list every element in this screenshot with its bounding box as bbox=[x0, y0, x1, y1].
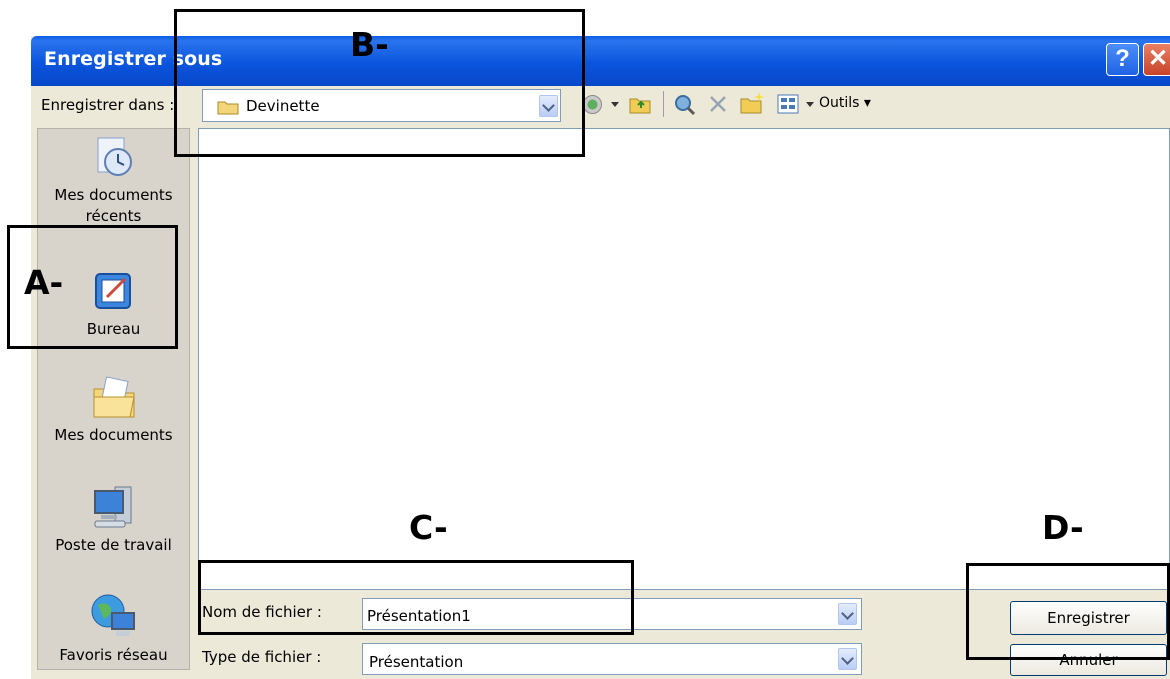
delete-icon[interactable] bbox=[708, 94, 728, 114]
my-computer-icon bbox=[93, 486, 131, 528]
views-dropdown-icon[interactable] bbox=[806, 102, 814, 107]
filetype-dropdown-button[interactable] bbox=[838, 648, 857, 670]
place-label: Mes documents récents bbox=[54, 186, 173, 225]
file-list[interactable] bbox=[198, 128, 1170, 590]
new-folder-icon[interactable] bbox=[739, 91, 765, 115]
back-dropdown-icon[interactable] bbox=[611, 102, 619, 107]
annotation-label-c: C- bbox=[409, 508, 448, 547]
back-icon[interactable] bbox=[582, 94, 603, 115]
filetype-dropdown[interactable]: Présentation bbox=[362, 643, 862, 675]
place-label: Favoris réseau bbox=[59, 646, 168, 664]
annotation-label-a: A- bbox=[24, 263, 64, 302]
tools-menu[interactable]: Outils ▾ bbox=[819, 95, 871, 111]
search-web-icon[interactable] bbox=[673, 93, 697, 117]
place-label: Mes documents bbox=[54, 426, 173, 444]
network-places-icon bbox=[91, 594, 135, 636]
place-network-places[interactable]: Favoris réseau bbox=[38, 591, 189, 666]
my-documents-icon bbox=[93, 376, 135, 418]
filename-dropdown-button[interactable] bbox=[838, 603, 857, 625]
help-button[interactable]: ? bbox=[1106, 43, 1139, 76]
places-bar: Mes documents récents Bureau Mes documen… bbox=[37, 128, 190, 670]
place-label: Poste de travail bbox=[55, 536, 172, 554]
filetype-label: Type de fichier : bbox=[202, 648, 322, 666]
annotation-label-d: D- bbox=[1042, 508, 1084, 547]
annotation-label-b: B- bbox=[350, 25, 389, 64]
place-my-computer[interactable]: Poste de travail bbox=[38, 483, 189, 556]
close-button[interactable]: ✕ bbox=[1143, 43, 1170, 76]
filetype-value: Présentation bbox=[369, 653, 464, 671]
views-icon[interactable] bbox=[777, 94, 799, 114]
place-recent-documents[interactable]: Mes documents récents bbox=[38, 135, 189, 227]
save-in-label: Enregistrer dans : bbox=[41, 96, 175, 114]
annotation-box-d bbox=[966, 563, 1170, 660]
place-my-documents[interactable]: Mes documents bbox=[38, 375, 189, 446]
recent-documents-icon bbox=[97, 137, 132, 176]
annotation-box-c bbox=[198, 560, 634, 635]
up-folder-icon[interactable] bbox=[628, 93, 652, 115]
